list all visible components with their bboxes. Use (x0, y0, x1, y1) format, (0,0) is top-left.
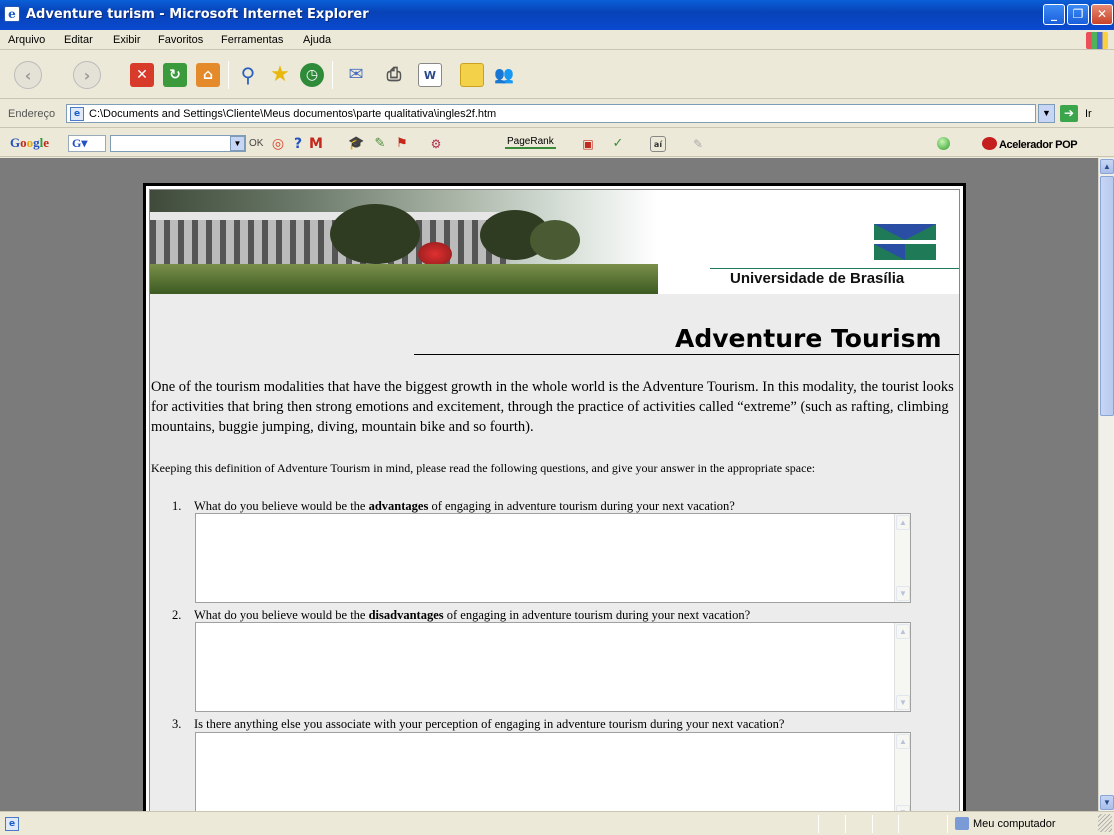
history-icon[interactable]: ◷ (300, 63, 324, 87)
messenger-icon[interactable]: 👥 (492, 63, 516, 87)
textarea-scrollbar[interactable]: ▲▼ (894, 733, 910, 811)
menu-bar: Arquivo Editar Exibir Favoritos Ferramen… (0, 30, 1114, 50)
search-icon[interactable]: ⚲ (236, 63, 260, 87)
answer-textarea-2[interactable]: ▲ ▼ (195, 622, 911, 712)
spiral-icon[interactable]: ◎ (270, 136, 286, 152)
forward-arrow-icon[interactable]: › (73, 61, 101, 89)
google-toolbar: Google G▾ ▼ OK ◎ ? M 🎓 ✎ ⚑ ⚙ PageRank ▣ … (0, 129, 1114, 157)
window-titlebar[interactable]: e Adventure turism - Microsoft Internet … (0, 0, 1114, 30)
google-menu-button[interactable]: G▾ (68, 135, 106, 152)
menu-exibir[interactable]: Exibir (113, 34, 141, 46)
ie-app-icon[interactable]: e (4, 6, 20, 22)
browser-viewport: Universidade de Brasília Adventure Touri… (0, 158, 1098, 811)
maximize-button[interactable]: ❐ (1067, 4, 1089, 25)
textarea-scrollbar[interactable]: ▲▼ (894, 623, 910, 711)
menu-ajuda[interactable]: Ajuda (303, 34, 331, 46)
google-search-input[interactable] (110, 135, 246, 152)
question-2: 2. What do you believe would be the disad… (172, 608, 751, 622)
instruction-text: Keeping this definition of Adventure Tou… (151, 461, 816, 475)
settings-icon[interactable]: ⚙ (428, 136, 444, 152)
page-status-icon: e (5, 817, 19, 831)
scroll-up-icon[interactable]: ▲ (1100, 159, 1114, 174)
address-bar: Endereço e C:\Documents and Settings\Cli… (0, 100, 1114, 128)
word-edit-icon[interactable]: W (418, 63, 442, 87)
home-icon[interactable]: ⌂ (196, 63, 220, 87)
campus-photo (150, 190, 658, 294)
close-button[interactable]: ✕ (1091, 4, 1113, 25)
highlight-icon[interactable]: ✎ (372, 136, 388, 152)
address-url: C:\Documents and Settings\Cliente\Meus d… (89, 108, 497, 120)
go-arrow-icon[interactable]: ➔ (1060, 105, 1078, 122)
university-name: Universidade de Brasília (730, 270, 905, 287)
scholar-icon[interactable]: 🎓 (348, 136, 364, 152)
google-search-dropdown-icon[interactable]: ▼ (230, 136, 245, 151)
translate-icon[interactable]: aí (650, 136, 666, 152)
unb-banner: Universidade de Brasília (150, 190, 959, 294)
status-bar: e Meu computador (0, 811, 1114, 835)
spellcheck-icon[interactable]: ✓ (610, 136, 626, 152)
popup-blocker-icon[interactable]: ⚑ (394, 136, 410, 152)
resize-grip[interactable] (1098, 814, 1112, 832)
windows-logo-icon (1086, 32, 1108, 49)
menu-arquivo[interactable]: Arquivo (8, 34, 45, 46)
toolbar-separator (332, 61, 333, 89)
page-icon: e (70, 107, 84, 121)
scroll-thumb[interactable] (1100, 176, 1114, 416)
favorites-star-icon[interactable]: ★ (268, 63, 292, 87)
address-input[interactable]: e C:\Documents and Settings\Cliente\Meus… (66, 104, 1036, 123)
status-dot-icon[interactable] (937, 137, 950, 150)
menu-editar[interactable]: Editar (64, 34, 93, 46)
intro-paragraph: One of the tourism modalities that have … (151, 379, 954, 435)
question-3: 3. Is there anything else you associate w… (172, 717, 785, 731)
refresh-icon[interactable]: ↻ (163, 63, 187, 87)
folder-icon[interactable] (460, 63, 484, 87)
computer-zone-icon (955, 817, 969, 830)
title-underline (414, 354, 959, 355)
page-title: Adventure Tourism (675, 324, 942, 353)
pop-logo-icon (982, 137, 997, 150)
answer-textarea-1[interactable]: ▲ ▼ (195, 513, 911, 603)
document-content: Universidade de Brasília Adventure Touri… (149, 189, 960, 811)
help-icon[interactable]: ? (290, 136, 306, 152)
security-zone-label: Meu computador (973, 818, 1056, 830)
go-button[interactable]: Ir (1085, 108, 1092, 120)
address-dropdown-icon[interactable]: ▼ (1038, 104, 1055, 123)
blog-icon[interactable]: ▣ (580, 136, 596, 152)
autofill-icon[interactable]: ✎ (690, 136, 706, 152)
scroll-down-icon[interactable]: ▼ (1100, 795, 1114, 810)
textarea-scrollbar[interactable]: ▲▼ (894, 514, 910, 602)
print-icon[interactable]: ⎙ (382, 63, 406, 87)
acelerador-pop-button[interactable]: Acelerador POP (982, 137, 1078, 151)
gmail-icon[interactable]: M (308, 136, 324, 152)
minimize-button[interactable]: _ (1043, 4, 1065, 25)
google-logo[interactable]: Google (10, 135, 49, 151)
standard-toolbar: ‹ › ✕ ↻ ⌂ ⚲ ★ ◷ ✉ ⎙ W 👥 (0, 51, 1114, 99)
answer-textarea-3[interactable]: ▲▼ (195, 732, 911, 811)
back-arrow-icon[interactable]: ‹ (14, 61, 42, 89)
toolbar-separator (228, 61, 229, 89)
pagerank-indicator[interactable]: PageRank (505, 136, 556, 149)
address-label: Endereço (8, 108, 56, 120)
menu-ferramentas[interactable]: Ferramentas (221, 34, 283, 46)
unb-logo-icon (874, 224, 936, 260)
stop-icon[interactable]: ✕ (130, 63, 154, 87)
google-ok-button[interactable]: OK (249, 138, 263, 149)
document-page: Universidade de Brasília Adventure Touri… (143, 183, 966, 811)
window-title: Adventure turism - Microsoft Internet Ex… (26, 7, 369, 22)
menu-favoritos[interactable]: Favoritos (158, 34, 203, 46)
page-scrollbar[interactable]: ▲ ▼ (1098, 158, 1114, 811)
mail-icon[interactable]: ✉ (344, 63, 368, 87)
question-1: 1. What do you believe would be the advan… (172, 499, 735, 513)
